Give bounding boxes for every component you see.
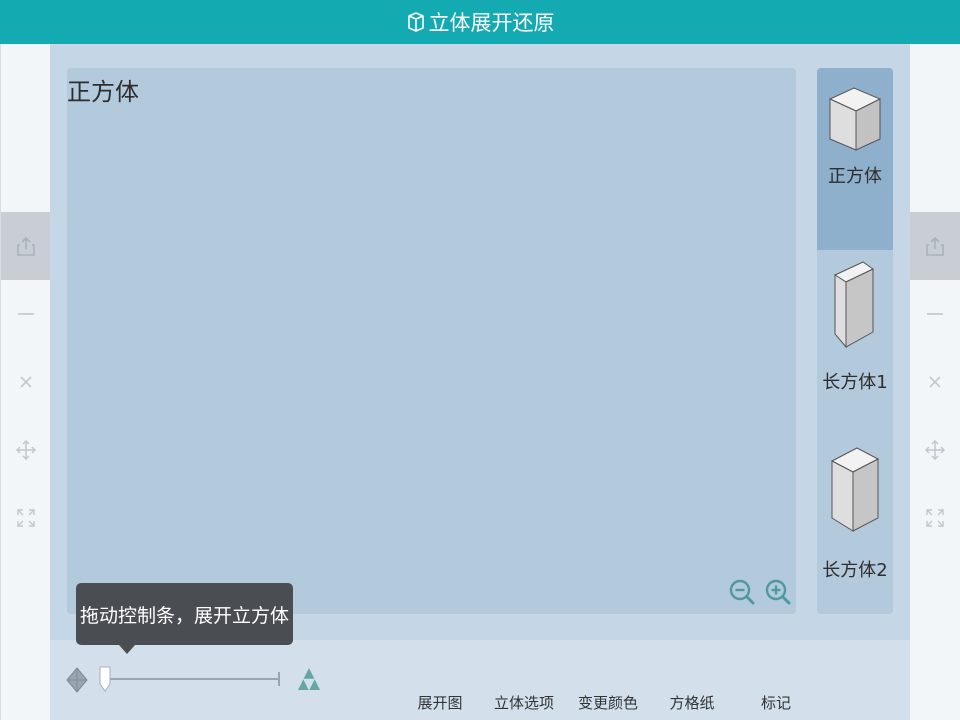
net-view-button[interactable]: 展开图 <box>400 692 480 713</box>
left-move-button[interactable] <box>1 416 51 484</box>
fullscreen-icon <box>17 509 35 527</box>
shape-label-cube: 正方体 <box>828 166 882 187</box>
close-icon <box>20 376 32 388</box>
slider-hint-tooltip: 拖动控制条，展开立方体 <box>76 583 293 654</box>
right-move-button[interactable] <box>910 416 960 484</box>
grid-paper-button[interactable]: 方格纸 <box>652 692 732 713</box>
shape-label-cuboid-1: 长方体1 <box>822 372 888 393</box>
title-bar: 立体展开还原 <box>0 0 960 44</box>
workspace: 正方体 拖动控制条，展开立方体 正方体 长方体1 长方体2 <box>50 44 910 654</box>
unfold-slider-track[interactable] <box>104 678 280 680</box>
fullscreen-icon <box>926 509 944 527</box>
cuboid-icon <box>830 447 880 532</box>
zoom-in-button[interactable] <box>764 578 792 606</box>
zoom-in-icon <box>765 579 791 605</box>
left-fullscreen-button[interactable] <box>1 484 51 552</box>
tall-cuboid-icon <box>833 261 874 349</box>
folded-cube-icon <box>66 667 88 693</box>
app-title: 立体展开还原 <box>428 11 555 35</box>
right-fullscreen-button[interactable] <box>910 484 960 552</box>
3d-canvas[interactable]: 正方体 <box>67 68 796 614</box>
right-side-bar <box>910 44 960 720</box>
unfold-slider-thumb[interactable] <box>99 666 111 692</box>
move-icon <box>16 440 36 460</box>
cube-outline-icon <box>407 12 424 32</box>
right-minimize-button[interactable] <box>910 280 960 348</box>
left-close-button[interactable] <box>1 348 51 416</box>
shape-option-cube[interactable]: 正方体 <box>817 68 893 250</box>
cube-icon <box>828 87 882 151</box>
close-icon <box>929 376 941 388</box>
shape-label-cuboid-2: 长方体2 <box>822 560 888 581</box>
solid-options-button[interactable]: 立体选项 <box>484 692 564 713</box>
unfolded-net-icon <box>298 668 320 691</box>
left-side-bar <box>0 44 51 720</box>
right-share-button[interactable] <box>910 212 960 280</box>
left-share-button[interactable] <box>1 212 51 280</box>
tooltip-text: 拖动控制条，展开立方体 <box>79 604 289 627</box>
shape-selection-panel: 正方体 长方体1 长方体2 <box>817 68 893 614</box>
canvas-title: 正方体 <box>67 78 139 106</box>
minimize-icon <box>18 313 34 315</box>
zoom-out-icon <box>729 579 755 605</box>
share-icon <box>926 236 944 256</box>
share-icon <box>17 236 35 256</box>
unfold-slider-end <box>278 672 280 686</box>
minimize-icon <box>927 313 943 315</box>
mark-button[interactable]: 标记 <box>736 692 816 713</box>
shape-option-cuboid-1[interactable]: 长方体1 <box>817 250 893 400</box>
shape-option-cuboid-2[interactable]: 长方体2 <box>817 400 893 614</box>
change-color-button[interactable]: 变更颜色 <box>568 692 648 713</box>
zoom-out-button[interactable] <box>728 578 756 606</box>
left-minimize-button[interactable] <box>1 280 51 348</box>
move-icon <box>925 440 945 460</box>
bottom-toolbar: 展开图 立体选项 变更颜色 方格纸 标记 <box>50 640 910 720</box>
right-close-button[interactable] <box>910 348 960 416</box>
